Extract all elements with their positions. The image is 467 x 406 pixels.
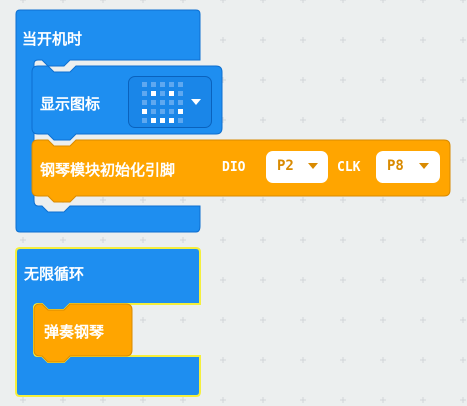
play-piano-block[interactable] [0, 0, 467, 406]
play-piano-label: 弹奏钢琴 [44, 323, 105, 341]
workspace[interactable]: 当开机时 显示图标 钢琴模块初始化引脚 DIO P2 CLK P8 无限循环 弹… [0, 0, 467, 406]
